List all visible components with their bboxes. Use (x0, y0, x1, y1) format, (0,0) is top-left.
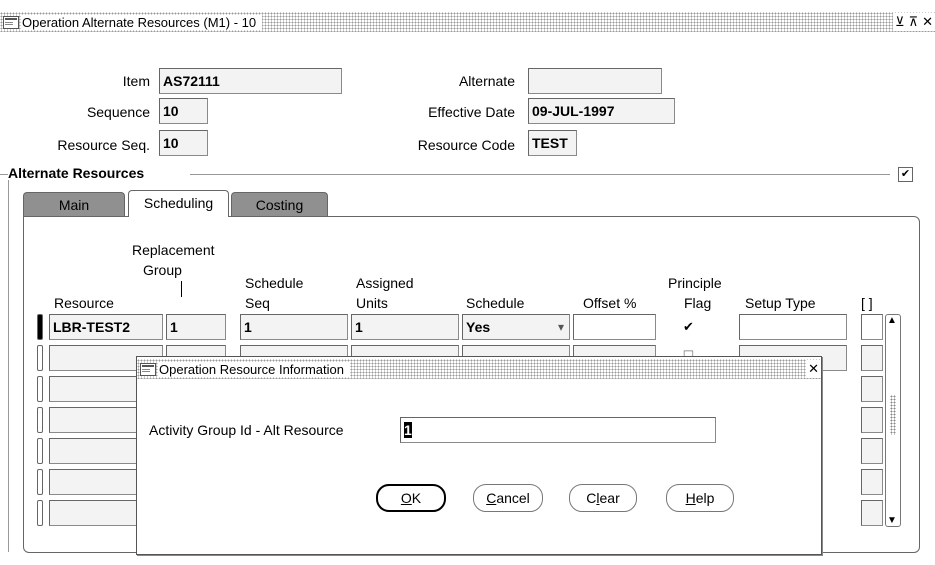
clear-label-pre: C (586, 490, 597, 506)
oracle-app-icon (3, 15, 19, 29)
section-title: Alternate Resources (8, 165, 148, 181)
header-resource: Resource (54, 295, 114, 311)
operation-resource-dialog: Operation Resource Information ✕ Activit… (136, 356, 822, 555)
window-title: Operation Alternate Resources (M1) - 10 (21, 14, 263, 30)
extra-cell-empty[interactable] (861, 500, 883, 526)
tab-main[interactable]: Main (23, 192, 125, 217)
extra-cell-empty[interactable] (861, 438, 883, 464)
window-left-border (8, 180, 9, 552)
header-schedule-seq-2: Seq (245, 295, 270, 311)
section-checkbox[interactable]: ✔ (898, 167, 913, 182)
header-principle-flag-1: Principle (668, 275, 722, 291)
maximize-icon[interactable]: ⊼ (906, 13, 921, 31)
oracle-app-icon (140, 362, 156, 376)
row-selector[interactable] (37, 376, 43, 402)
tab-scheduling[interactable]: Scheduling (128, 190, 229, 217)
resource-code-field[interactable]: TEST (528, 130, 577, 156)
help-label-rest: elp (695, 490, 715, 506)
section-divider-left (0, 174, 8, 175)
header-schedule-seq-1: Schedule (245, 275, 304, 291)
sequence-field[interactable]: 10 (159, 98, 208, 124)
help-mnemonic: H (685, 490, 696, 506)
cancel-button[interactable]: Cancel (473, 484, 543, 512)
alternate-label: Alternate (458, 73, 515, 89)
header-assigned-units-1: Assigned (356, 275, 414, 291)
activity-group-id-label: Activity Group Id - Alt Resource (149, 422, 344, 438)
dialog-title: Operation Resource Information (158, 361, 350, 377)
tab-costing[interactable]: Costing (231, 192, 328, 217)
header-schedule: Schedule (466, 295, 525, 311)
dialog-titlebar[interactable]: Operation Resource Information ✕ (137, 359, 821, 379)
header-principle-flag-2: Flag (684, 295, 712, 311)
extra-cell-empty[interactable] (861, 469, 883, 495)
header-setup-type: Setup Type (745, 295, 816, 311)
help-button[interactable]: Help (666, 484, 734, 512)
resource-cell[interactable]: LBR-TEST2 (49, 314, 163, 340)
row-selector[interactable] (37, 500, 43, 526)
assigned-units-cell[interactable]: 1 (351, 314, 459, 340)
clear-label-rest: ear (599, 490, 620, 506)
header-group-divider (181, 281, 182, 297)
activity-group-id-field[interactable]: 1 (400, 417, 716, 443)
cancel-label-rest: ancel (496, 490, 530, 506)
row-selector[interactable] (37, 469, 43, 495)
item-field[interactable]: AS72111 (159, 68, 342, 94)
resource-seq-field[interactable]: 10 (159, 130, 208, 156)
schedule-select[interactable]: Yes ▾ (462, 314, 570, 340)
row-selector[interactable] (37, 438, 43, 464)
extra-cell[interactable] (861, 314, 883, 340)
close-icon[interactable]: ✕ (920, 13, 935, 31)
header-replacement-group-1: Replacement (132, 242, 215, 258)
item-label: Item (122, 73, 150, 89)
cancel-mnemonic: C (486, 490, 497, 506)
effective-date-label: Effective Date (428, 104, 515, 120)
ok-mnemonic: O (400, 490, 412, 506)
setup-type-cell[interactable] (739, 314, 847, 340)
sequence-label: Sequence (86, 104, 150, 120)
scroll-grip[interactable] (890, 395, 896, 435)
replacement-group-cell[interactable]: 1 (166, 314, 226, 340)
effective-date-field[interactable]: 09-JUL-1997 (528, 98, 675, 124)
activity-group-id-value: 1 (404, 422, 412, 438)
ok-label-rest: K (411, 490, 422, 506)
header-extra: [ ] (861, 295, 873, 311)
ok-button[interactable]: OK (376, 484, 446, 512)
scroll-down-icon[interactable]: ▼ (887, 515, 897, 526)
principle-flag-checkbox[interactable]: ✔ (682, 320, 695, 333)
extra-cell-empty[interactable] (861, 345, 883, 371)
header-assigned-units-2: Units (356, 295, 388, 311)
clear-button[interactable]: Clear (569, 484, 637, 512)
minimize-icon[interactable]: ⊻ (893, 13, 907, 31)
schedule-seq-cell[interactable]: 1 (240, 314, 348, 340)
header-offset: Offset % (583, 295, 637, 311)
resource-code-label: Resource Code (417, 137, 515, 153)
dropdown-arrow-icon[interactable]: ▾ (558, 315, 564, 339)
row-selector-current[interactable] (37, 314, 43, 340)
resource-seq-label: Resource Seq. (57, 137, 150, 153)
extra-cell-empty[interactable] (861, 376, 883, 402)
dialog-close-icon[interactable]: ✕ (806, 360, 821, 378)
vertical-scrollbar[interactable]: ▲ ▼ (885, 314, 901, 527)
window-titlebar[interactable]: Operation Alternate Resources (M1) - 10 … (0, 12, 935, 32)
extra-cell-empty[interactable] (861, 407, 883, 433)
row-selector[interactable] (37, 407, 43, 433)
alternate-field[interactable] (528, 68, 662, 94)
schedule-value: Yes (466, 319, 491, 335)
section-divider (190, 174, 890, 175)
offset-cell[interactable] (573, 314, 656, 340)
scroll-up-icon[interactable]: ▲ (887, 315, 897, 326)
header-replacement-group-2: Group (143, 262, 182, 278)
row-selector[interactable] (37, 345, 43, 371)
